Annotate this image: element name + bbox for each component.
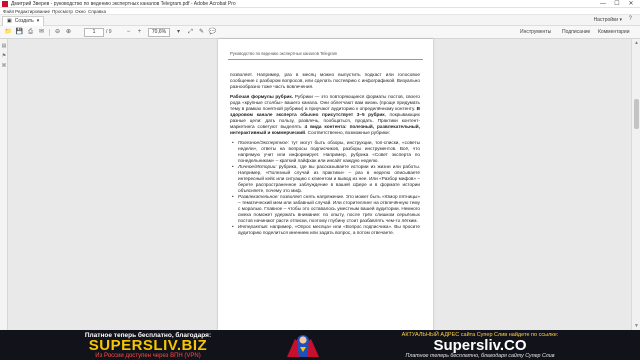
menu-window[interactable]: Окно bbox=[75, 8, 86, 15]
tab-comment[interactable]: Комментарии bbox=[598, 28, 630, 37]
page-thumbnails-icon[interactable]: ▤ bbox=[1, 43, 7, 49]
paragraph-text: . Соответственно, возможные рубрики: bbox=[305, 130, 390, 135]
window-title: Дмитрий Зверев - руководство по ведению … bbox=[11, 1, 236, 7]
prev-page-icon[interactable]: ⊖ bbox=[53, 28, 62, 37]
banner-right-logo-text[interactable]: Supersliv.CO bbox=[330, 338, 630, 353]
comment-icon[interactable]: 💬 bbox=[208, 28, 217, 37]
page-count: / 9 bbox=[106, 29, 112, 35]
list-item: Развлекательное: позволяет снять напряже… bbox=[232, 194, 420, 224]
menu-bar: Файл Редактирование Просмотр Окно Справк… bbox=[0, 8, 640, 15]
list-item: Интерактив: например, «Опрос месяца» или… bbox=[232, 224, 420, 236]
sign-icon[interactable]: ✎ bbox=[197, 28, 206, 37]
rubric-list: Полезное/Экспертное: тут могут быть обзо… bbox=[230, 140, 420, 236]
navigation-pane: ▤ ⚑ ⌘ bbox=[0, 39, 8, 330]
chevron-down-icon: ▾ bbox=[619, 17, 622, 23]
customize-label: Настройки bbox=[593, 17, 619, 23]
paragraph-rubrics: Рабочая формулы рубрик. Рубрики — это по… bbox=[230, 94, 420, 136]
banner-left-logo-text[interactable]: SUPERSLIV.BIZ bbox=[8, 338, 288, 353]
tab-bar: ▣ Создать ▾ Настройки ▾ ? bbox=[0, 15, 640, 26]
zoom-in-icon[interactable]: + bbox=[135, 28, 144, 37]
title-bar: Дмитрий Зверев - руководство по ведению … bbox=[0, 0, 640, 8]
maximize-button[interactable]: ☐ bbox=[610, 0, 624, 8]
banner-right-note: Платное теперь бесплатно, благодаря сайт… bbox=[405, 353, 555, 359]
toolbar-divider bbox=[49, 29, 50, 36]
tab-sign[interactable]: Подписание bbox=[562, 28, 590, 37]
header-rule bbox=[228, 59, 423, 60]
page-body: позволяет. Например, раз в месяц можно в… bbox=[230, 72, 420, 236]
superhero-mascot-icon bbox=[287, 335, 319, 357]
promo-banner[interactable]: Платное теперь бесплатно, благодаря: SUP… bbox=[0, 330, 640, 360]
create-dropdown[interactable]: ▣ Создать ▾ bbox=[2, 16, 45, 26]
list-item-lead: Личное/Истории: bbox=[238, 164, 277, 169]
zoom-out-icon[interactable]: − bbox=[124, 28, 133, 37]
customize-dropdown[interactable]: Настройки ▾ bbox=[594, 16, 622, 25]
pdf-page: Руководство по ведению экспертных канало… bbox=[218, 39, 433, 330]
minimize-button[interactable]: — bbox=[596, 0, 610, 8]
help-icon[interactable]: ? bbox=[629, 16, 632, 22]
vertical-scrollbar[interactable]: ▲ ▼ bbox=[631, 39, 640, 330]
banner-left-note: Из России доступен через ВПН (VPN) bbox=[95, 353, 201, 359]
menu-file[interactable]: Файл bbox=[3, 8, 14, 15]
chevron-down-icon: ▾ bbox=[36, 18, 40, 24]
menu-view[interactable]: Просмотр bbox=[52, 8, 73, 15]
close-button[interactable]: ✕ bbox=[624, 0, 638, 8]
menu-edit[interactable]: Редактирование bbox=[15, 8, 50, 15]
bookmarks-icon[interactable]: ⚑ bbox=[1, 53, 7, 59]
list-item-lead: Развлекательное: bbox=[238, 194, 279, 199]
email-icon[interactable]: ✉ bbox=[37, 28, 46, 37]
acrobat-window: Дмитрий Зверев - руководство по ведению … bbox=[0, 0, 640, 360]
tab-tools[interactable]: Инструменты bbox=[520, 28, 551, 37]
zoom-level-input[interactable]: 70,6% bbox=[148, 28, 170, 37]
create-icon: ▣ bbox=[7, 18, 12, 24]
print-icon[interactable]: ⎙ bbox=[26, 28, 35, 37]
open-folder-icon[interactable]: 📁 bbox=[4, 28, 13, 37]
scroll-up-icon[interactable]: ▲ bbox=[632, 39, 640, 47]
attachments-icon[interactable]: ⌘ bbox=[1, 63, 7, 69]
list-item-lead: Интерактив: bbox=[238, 224, 269, 229]
acrobat-app-icon bbox=[2, 1, 8, 7]
scroll-down-icon[interactable]: ▼ bbox=[632, 322, 640, 330]
chevron-down-icon[interactable]: ▾ bbox=[174, 28, 183, 37]
save-icon[interactable]: 💾 bbox=[15, 28, 24, 37]
scrollbar-thumb[interactable] bbox=[634, 99, 639, 129]
fit-page-icon[interactable]: ⤢ bbox=[186, 28, 195, 37]
list-item: Полезное/Экспертное: тут могут быть обзо… bbox=[232, 140, 420, 164]
page-number-input[interactable]: 1 bbox=[84, 28, 104, 37]
next-page-icon[interactable]: ⊕ bbox=[64, 28, 73, 37]
paragraph-lead: Рабочая формулы рубрик. bbox=[230, 94, 294, 99]
running-head: Руководство по ведению экспертных канало… bbox=[230, 51, 338, 56]
main-toolbar: 📁 💾 ⎙ ✉ ⊖ ⊕ 1 / 9 − + 70,6% ▾ ⤢ ✎ 💬 Инст… bbox=[0, 26, 640, 39]
list-item-lead: Полезное/Экспертное: bbox=[238, 140, 289, 145]
create-label: Создать bbox=[14, 18, 34, 24]
menu-help[interactable]: Справка bbox=[88, 8, 106, 15]
list-item: Личное/Истории: рубрика, где вы рассказы… bbox=[232, 164, 420, 194]
paragraph: позволяет. Например, раз в месяц можно в… bbox=[230, 72, 420, 89]
